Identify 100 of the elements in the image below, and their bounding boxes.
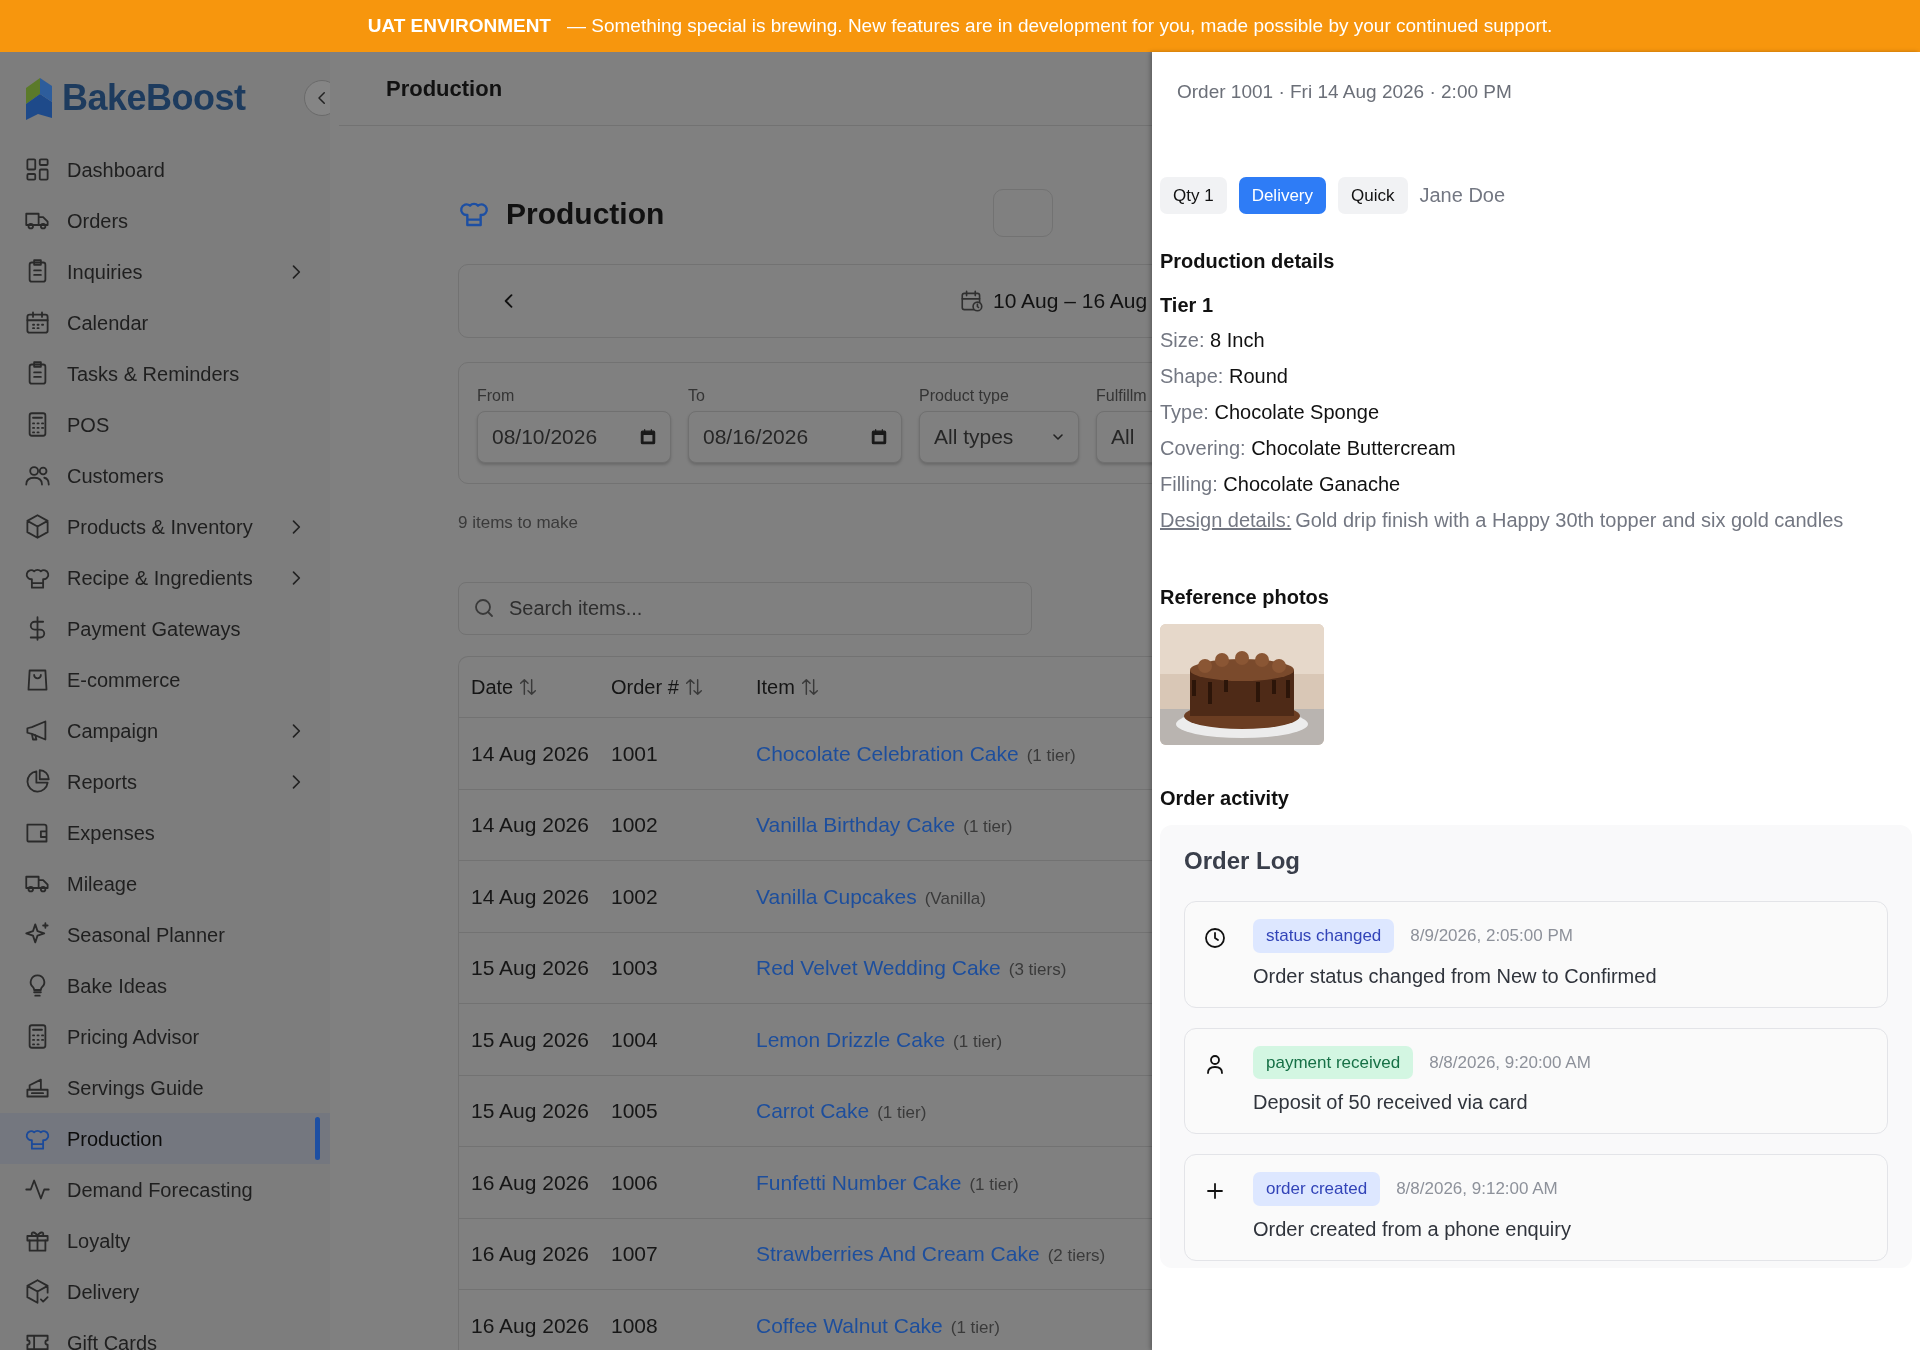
item-detail: (1 tier) [963, 816, 1013, 838]
sidebar-item[interactable]: Products & Inventory [0, 501, 330, 552]
table-cell-text: 1001 [611, 740, 659, 767]
detail-line: Filling: Chocolate Ganache [1160, 472, 1402, 497]
table-cell-text: 14 Aug 2026 [470, 812, 590, 838]
grid-icon [24, 156, 51, 183]
event-tag: payment received [1253, 1045, 1414, 1079]
detail-line: Covering: Chocolate Buttercream [1160, 436, 1457, 461]
item-link[interactable]: Coffee Walnut Cake [756, 1309, 943, 1341]
sidebar-item[interactable]: Bake Ideas [0, 960, 330, 1011]
order-tag: Quick [1338, 176, 1408, 214]
detail-line: Size: 8 Inch [1160, 328, 1266, 353]
order-tag: Qty 1 [1160, 176, 1227, 214]
sidebar-item[interactable]: Campaign [0, 705, 330, 756]
item-link[interactable]: Funfetti Number Cake [756, 1166, 962, 1198]
item-detail: (Vanilla) [924, 887, 986, 910]
event-description: Deposit of 50 received via card [1253, 1090, 1529, 1115]
item-link[interactable]: Carrot Cake [756, 1095, 870, 1127]
table-cell-text: 16 Aug 2026 [470, 1241, 590, 1267]
sidebar-item[interactable]: Orders [0, 195, 330, 246]
sidebar-item[interactable]: Calendar [0, 297, 330, 348]
sidebar-item[interactable]: Gift Cards [0, 1317, 330, 1350]
section-heading: Reference photos [1160, 585, 1330, 610]
detail-line: Shape: Round [1160, 364, 1289, 389]
customer-name: Jane Doe [1419, 183, 1506, 209]
sidebar-item[interactable]: Expenses [0, 807, 330, 858]
sidebar-item[interactable]: Delivery [0, 1266, 330, 1317]
table-cell-text: 1004 [611, 1026, 659, 1053]
column-header[interactable]: Date [471, 672, 540, 702]
sidebar-item[interactable]: Loyalty [0, 1215, 330, 1266]
table-cell-text: 1002 [611, 812, 659, 838]
banner-message: — Something special is brewing. New features are in development for you, made possible by your continued support. [566, 13, 1553, 38]
filter-label: Product type [919, 386, 1010, 406]
table-cell-text: 1002 [611, 883, 659, 910]
table-cell-text: 1003 [611, 955, 659, 981]
sidebar-item[interactable]: Pricing Advisor [0, 1011, 330, 1062]
product-type-select[interactable]: All types [919, 411, 1079, 463]
table-cell-text: 15 Aug 2026 [470, 1098, 590, 1124]
item-detail: (1 tier) [950, 1316, 1000, 1339]
table-cell-text: 1006 [611, 1169, 659, 1196]
item-detail: (3 tiers) [1008, 959, 1067, 981]
item-link[interactable]: Vanilla Birthday Cake [756, 809, 956, 841]
clock-icon [1203, 925, 1227, 950]
environment-label: UAT ENVIRONMENT [367, 13, 551, 38]
item-link[interactable]: Vanilla Cupcakes [756, 880, 917, 912]
column-header[interactable]: Item [756, 672, 821, 702]
detail-line: Type: Chocolate Sponge [1160, 400, 1381, 425]
filter-label: Fulfillm [1096, 386, 1148, 406]
sidebar-item[interactable]: E-commerce [0, 654, 330, 705]
cube-check-icon [24, 1278, 51, 1305]
item-detail: (1 tier) [969, 1173, 1019, 1196]
sidebar-item[interactable]: Tasks & Reminders [0, 348, 330, 399]
table-cell-text: 1005 [611, 1098, 659, 1124]
sidebar-item[interactable]: Dashboard [0, 144, 330, 195]
filter-label: From [477, 386, 516, 406]
filter-label: To [688, 386, 706, 406]
item-link[interactable]: Strawberries And Cream Cake [756, 1238, 1040, 1270]
item-detail: (1 tier) [953, 1030, 1003, 1053]
design-details-link[interactable]: Design details: [1160, 502, 1292, 538]
sidebar-item[interactable]: Inquiries [0, 246, 330, 297]
order-log-title: Order Log [1184, 846, 1301, 876]
order-title: Order 1001 · Fri 14 Aug 2026 · 2:00 PM [1176, 80, 1513, 104]
sidebar-item[interactable]: POS [0, 399, 330, 450]
fulfillment-badge: Delivery [1238, 176, 1327, 214]
item-link[interactable]: Red Velvet Wedding Cake [756, 952, 1001, 984]
item-detail: (2 tiers) [1047, 1245, 1106, 1267]
item-link[interactable]: Chocolate Celebration Cake [756, 737, 1019, 769]
table-cell-text: 1008 [611, 1312, 659, 1339]
sidebar-item[interactable]: Payment Gateways [0, 603, 330, 654]
item-link[interactable]: Lemon Drizzle Cake [756, 1023, 946, 1055]
sidebar-item[interactable]: Mileage [0, 858, 330, 909]
event-description: Order status changed from New to Confirmed [1253, 963, 1657, 989]
calendar-icon [869, 427, 889, 447]
sidebar-item[interactable]: Demand Forecasting [0, 1164, 330, 1215]
item-detail: (1 tier) [1026, 744, 1076, 767]
date-field[interactable]: 08/16/2026 [688, 411, 902, 463]
sidebar-item[interactable]: Recipe & Ingredients [0, 552, 330, 603]
search-field[interactable]: Search items... [458, 582, 1032, 635]
section-heading: Production details [1160, 249, 1336, 274]
item-count: 9 items to make [458, 512, 579, 534]
event-tag: status changed [1253, 919, 1395, 953]
item-detail: (1 tier) [877, 1102, 927, 1124]
calendar-icon [638, 427, 658, 447]
sidebar-item[interactable]: Production [0, 1113, 330, 1164]
date-field[interactable]: 08/10/2026 [477, 411, 671, 463]
column-header[interactable]: Order # [611, 672, 705, 702]
sidebar-item[interactable]: Customers [0, 450, 330, 501]
calendar-icon [24, 309, 51, 336]
table-cell-text: 16 Aug 2026 [470, 1169, 590, 1196]
calendar-clock-icon [959, 288, 985, 314]
section-heading: Order activity [1160, 786, 1290, 811]
cube-icon [24, 513, 51, 540]
table-cell-text: 1007 [611, 1241, 659, 1267]
event-tag: order created [1253, 1172, 1381, 1206]
table-cell-text: 15 Aug 2026 [470, 1026, 590, 1053]
sidebar-item[interactable]: Servings Guide [0, 1062, 330, 1113]
pie-chart-icon [24, 768, 51, 795]
sidebar-item[interactable]: Seasonal Planner [0, 909, 330, 960]
sidebar-item[interactable]: Reports [0, 756, 330, 807]
fulfillment-select[interactable]: All [1096, 411, 1152, 463]
